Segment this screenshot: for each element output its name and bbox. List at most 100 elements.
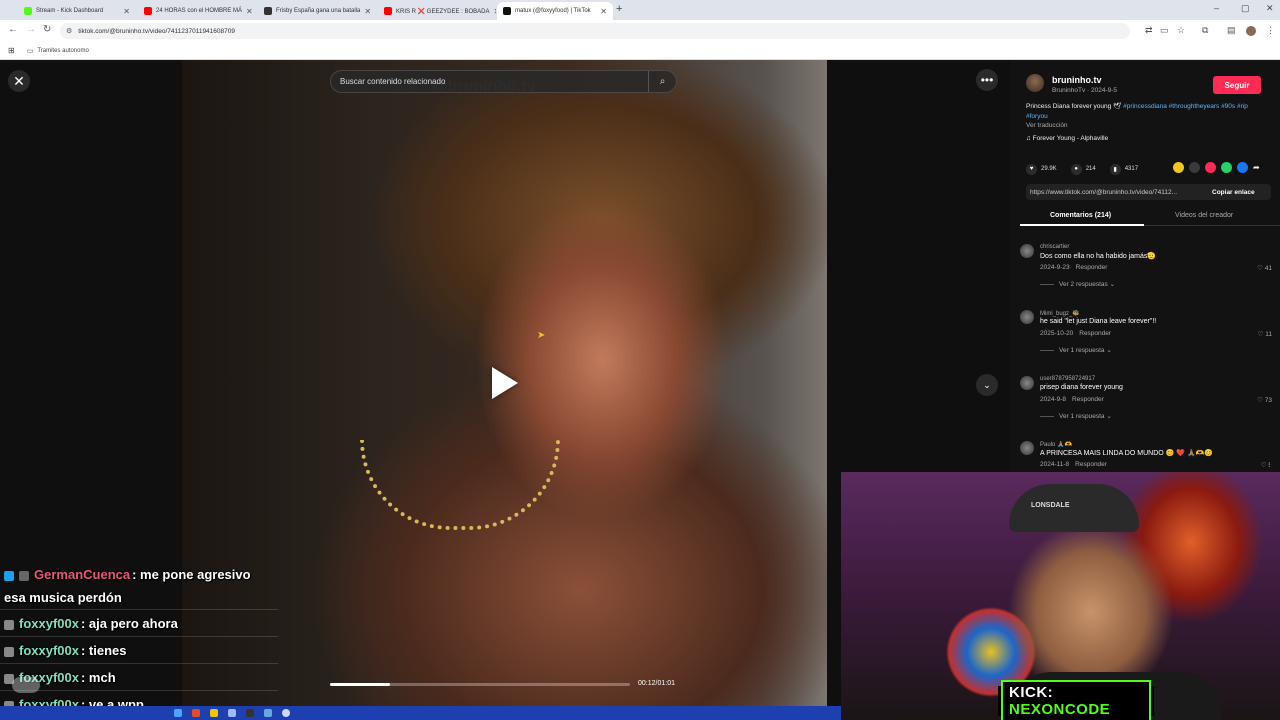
streamer-webcam: LONSDALE KICK: NEXONCODE [841,472,1280,720]
taskbar-app-icon[interactable] [192,709,200,717]
taskbar-app-icon[interactable] [282,709,290,717]
more-options-icon[interactable]: ••• [976,69,998,91]
commenter-name[interactable]: Mimi_bugz_🐝 [1040,310,1080,317]
browser-tab[interactable]: KRIS R ❌ GEEZYDEE : BOBADA ✕ [378,2,496,20]
close-tab-icon[interactable]: ✕ [596,7,607,16]
browser-tab[interactable]: Frisby España gana una batalla ✕ [258,2,376,20]
comment-item: user8787958724917 prisep diana forever y… [1020,376,1272,436]
taskbar-app-icon[interactable] [174,709,182,717]
chat-text: : aja pero ahora [80,616,178,631]
related-search-input[interactable] [340,77,640,86]
whatsapp-icon[interactable] [1221,162,1232,173]
browser-tab[interactable]: Stream - Kick Dashboard ✕ [18,2,136,20]
commenter-avatar[interactable] [1020,376,1034,390]
coin-icon[interactable] [1173,162,1184,173]
video-progress-fill [330,683,390,686]
comment-likes[interactable]: ♡ 73 [1257,396,1272,404]
chat-badge-icon [4,619,14,630]
commenter-name[interactable]: chriscartier [1040,244,1069,250]
commenter-avatar[interactable] [1020,310,1034,324]
site-info-icon[interactable]: ⚙ [66,27,72,35]
reload-icon[interactable]: ↻ [43,24,51,35]
see-translation-link[interactable]: Ver traducción [1026,122,1068,129]
next-video-chevron-icon[interactable]: ⌄ [976,374,998,396]
close-window-icon[interactable]: ✕ [1266,3,1274,14]
translate-icon[interactable]: ⇄ [1145,25,1153,36]
apps-grid-icon[interactable]: ⊞ [8,46,15,55]
close-tab-icon[interactable]: ✕ [360,7,371,16]
send-icon[interactable] [1205,162,1216,173]
menu-icon[interactable]: ⋮ [1266,25,1275,36]
follow-button[interactable]: Seguir [1213,76,1261,94]
search-icon[interactable]: ⌕ [648,71,676,92]
play-icon[interactable] [492,367,518,399]
browser-tab-active[interactable]: matux (@foxyyfood) | TikTok ✕ [497,2,613,20]
bookmark-star-icon[interactable]: ☆ [1177,25,1185,36]
author-name[interactable]: bruninho.tv [1052,75,1102,85]
chat-username: foxxyf00x [19,616,79,631]
back-icon[interactable]: ← [8,24,18,35]
close-tab-icon[interactable]: ✕ [119,7,130,16]
save-count: 4317 [1124,166,1139,172]
browser-tab[interactable]: 24 HORAS con el HOMBRE MÁ ✕ [138,2,256,20]
commenter-name[interactable]: Paulo 🙏🏽🫶 [1040,441,1072,448]
reply-link[interactable]: Responder [1079,330,1111,337]
maximize-icon[interactable]: ▢ [1241,3,1250,14]
commenter-avatar[interactable] [1020,244,1034,258]
comment-likes[interactable]: ♡ 5 [1261,461,1270,469]
taskbar-app-icon[interactable] [210,709,218,717]
kick-handle-badge: KICK: NEXONCODE [998,680,1154,720]
sidebar-icon[interactable]: ▤ [1227,25,1236,36]
comment-text: he said "let just Diana leave forever"!! [1040,318,1157,325]
share-arrow-icon[interactable]: ➦ [1253,162,1264,173]
youtube-icon [384,7,392,15]
comment-likes[interactable]: ♡ 41 [1257,264,1272,272]
author-avatar[interactable] [1026,74,1044,92]
like-button[interactable]: ♥ 29.9K [1026,163,1057,175]
taskbar-app-icon[interactable] [264,709,272,717]
video-link[interactable]: https://www.tiktok.com/@bruninho.tv/vide… [1030,189,1206,196]
comment-date: 2024-11-8 [1040,461,1070,468]
chat-text: : me pone agresivo [132,567,251,582]
save-button[interactable]: ▮ 4317 [1109,163,1139,175]
facebook-icon[interactable] [1237,162,1248,173]
new-tab-button[interactable]: + [616,3,622,15]
post-description: Princess Diana forever young 🕊 #princess… [1026,102,1271,121]
extensions-icon[interactable]: ⧉ [1202,25,1208,36]
reply-link[interactable]: Responder [1076,264,1108,271]
chat-badge-icon [4,570,14,581]
video-progress-bar[interactable] [330,683,630,686]
tab-creator-videos[interactable]: Videos del creador [1175,212,1233,219]
like-count: 29.9K [1041,166,1057,172]
cast-icon[interactable]: ▭ [1160,25,1169,36]
url-bar[interactable]: ⚙ tiktok.com/@bruninho.tv/video/74112370… [60,23,1130,39]
chat-badge-icon [4,646,14,657]
commenter-name[interactable]: user8787958724917 [1040,376,1095,382]
reply-link[interactable]: Responder [1075,461,1107,468]
view-replies-link[interactable]: Ver 1 respuesta ⌄ [1040,346,1112,354]
close-tab-icon[interactable]: ✕ [490,7,497,16]
view-replies-link[interactable]: Ver 1 respuesta ⌄ [1040,412,1112,420]
comment-button[interactable]: ● 214 [1070,163,1096,175]
bookmark-folder[interactable]: Tramites autonomo [37,48,88,54]
chat-message: esa musica perdón [4,590,122,605]
overlay-toggle-icon [12,677,40,693]
taskbar-app-icon[interactable] [228,709,236,717]
embed-icon[interactable] [1189,162,1200,173]
view-replies-link[interactable]: Ver 2 respuestas ⌄ [1040,280,1115,288]
copy-link-button[interactable]: Copiar enlace [1212,189,1255,196]
close-tab-icon[interactable]: ✕ [242,7,253,16]
profile-avatar[interactable] [1246,26,1256,36]
address-bar-row: ← → ↻ ⚙ tiktok.com/@bruninho.tv/video/74… [0,20,1280,42]
forward-icon[interactable]: → [26,24,36,35]
music-link[interactable]: ♫ Forever Young - Alphaville [1026,135,1108,142]
close-video-button[interactable]: ✕ [8,70,30,92]
reply-link[interactable]: Responder [1072,396,1104,403]
minimize-icon[interactable]: – [1214,3,1219,13]
chat-divider [0,663,278,664]
comment-likes[interactable]: ♡ 11 [1258,330,1272,338]
os-taskbar [0,706,841,720]
tab-comments[interactable]: Comentarios (214) [1050,212,1111,219]
commenter-avatar[interactable] [1020,441,1034,455]
taskbar-app-icon[interactable] [246,709,254,717]
